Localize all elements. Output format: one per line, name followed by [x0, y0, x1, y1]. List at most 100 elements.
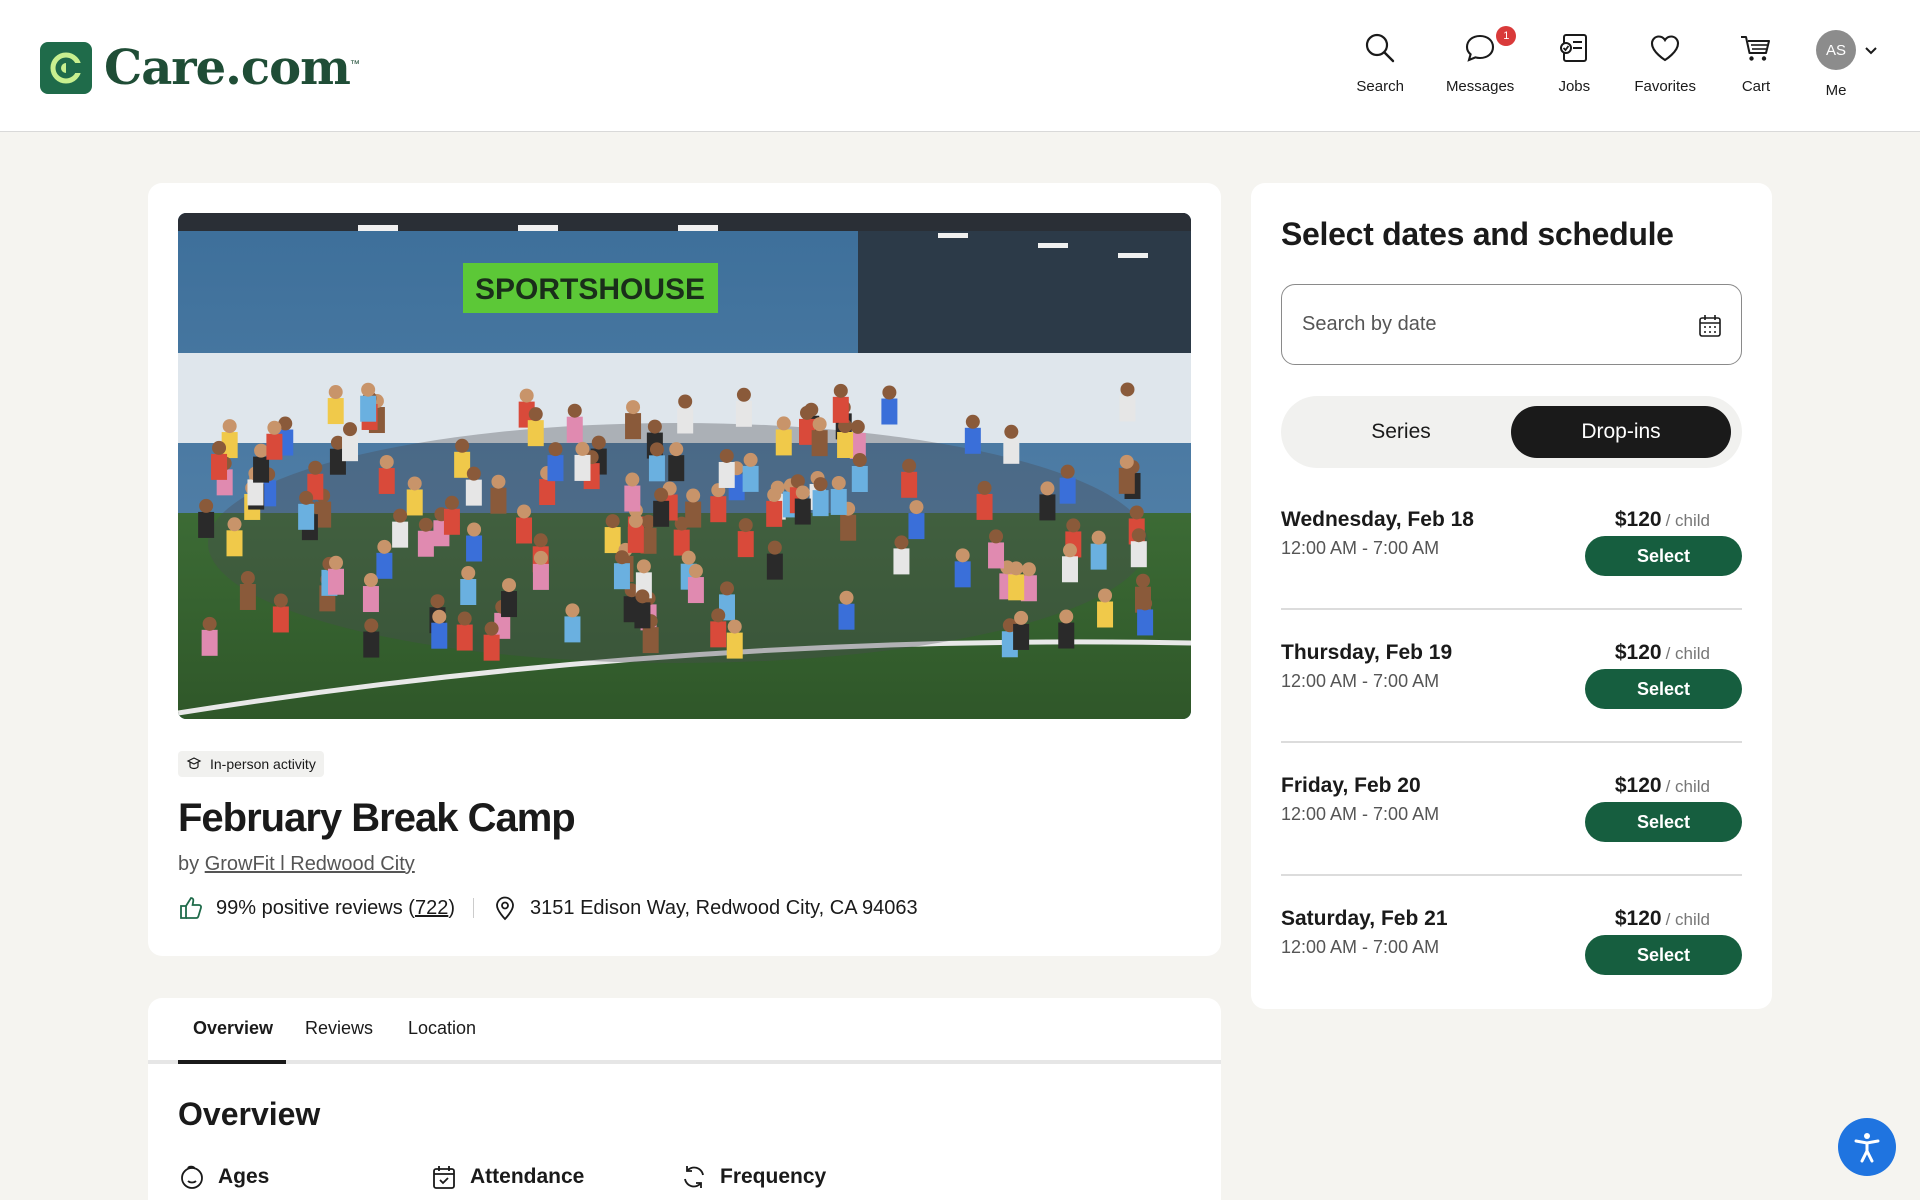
overview-heading: Overview	[178, 1096, 321, 1132]
crowd-person-shirt	[687, 577, 704, 604]
nav-messages-label: Messages	[1445, 78, 1515, 95]
crowd-person-head	[548, 442, 563, 457]
crowd-person-shirt	[677, 407, 694, 434]
crowd-person-head	[719, 581, 734, 596]
crowd-person-head	[212, 440, 227, 455]
accessibility-button[interactable]	[1838, 1118, 1896, 1176]
crowd-person-shirt	[988, 542, 1005, 569]
top-header: Care.com™ Search 1 Messages Jobs Favorit…	[0, 0, 1920, 132]
crowd-person-head	[254, 443, 269, 458]
crowd-person-head	[711, 608, 726, 623]
crowd-person-head	[461, 565, 476, 580]
nav-jobs[interactable]: Jobs	[1556, 30, 1592, 99]
crowd-person-head	[635, 589, 650, 604]
nav-favorites[interactable]: Favorites	[1634, 30, 1696, 99]
crowd-person-head	[812, 417, 827, 432]
crowd-person-head	[776, 416, 791, 431]
crowd-person-head	[767, 540, 782, 555]
toggle-dropins[interactable]: Drop-ins	[1511, 406, 1731, 458]
row-time: 12:00 AM - 7:00 AM	[1281, 937, 1440, 957]
crowd-person-head	[681, 550, 696, 565]
crowd-person-head	[678, 394, 693, 409]
crowd-person-head	[977, 480, 992, 495]
schedule-heading: Select dates and schedule	[1281, 216, 1674, 252]
crowd-person-head	[363, 573, 378, 588]
nav-jobs-label: Jobs	[1558, 78, 1591, 95]
date-search-input[interactable]: Search by date	[1281, 284, 1742, 365]
nav-me[interactable]: AS Me	[1816, 30, 1880, 99]
crowd-person-head	[719, 448, 734, 463]
crowd-person-shirt	[443, 508, 460, 535]
overview-card: Overview Reviews Location Overview Ages …	[148, 998, 1221, 1200]
crowd-person-head	[328, 555, 343, 570]
tab-location[interactable]: Location	[408, 1018, 476, 1039]
nav-search[interactable]: Search	[1356, 30, 1404, 99]
crowd-person-shirt	[465, 479, 482, 506]
crowd-person-shirt	[954, 561, 971, 588]
row-price: $120/ child	[1614, 641, 1710, 664]
overview-attendance-label: Attendance	[470, 1165, 585, 1188]
tab-overview[interactable]: Overview	[193, 1018, 273, 1039]
thumbs-up-icon	[180, 897, 202, 919]
crowd-person-shirt	[812, 490, 829, 517]
provider-link[interactable]: GrowFit l Redwood City	[205, 853, 415, 875]
crowd-person-shirt	[648, 455, 665, 482]
crowd-person-head	[625, 472, 640, 487]
crowd-person-shirt	[832, 396, 849, 423]
crowd-person-shirt	[653, 500, 670, 527]
crowd-person-shirt	[266, 433, 283, 460]
crowd-person-shirt	[1039, 494, 1056, 521]
select-button[interactable]: Select	[1585, 935, 1742, 975]
crowd-person-head	[614, 550, 629, 565]
crowd-person-head	[767, 487, 782, 502]
crowd-person-shirt	[417, 530, 434, 557]
nav-messages[interactable]: 1 Messages	[1445, 26, 1517, 99]
calendar-icon[interactable]	[1697, 313, 1723, 339]
tab-reviews[interactable]: Reviews	[305, 1018, 373, 1039]
crowd-person-head	[1129, 505, 1144, 520]
care-logo[interactable]: Care.com™	[40, 40, 360, 96]
listing-meta: 99% positive reviews (722) 3151 Edison W…	[178, 895, 918, 921]
crowd-person-shirt	[483, 634, 500, 661]
crowd-person-shirt	[613, 563, 630, 590]
crowd-person-head	[1060, 464, 1075, 479]
crowd-person-head	[1059, 609, 1074, 624]
nav-cart-label: Cart	[1741, 78, 1771, 95]
crowd-person-head	[1014, 610, 1029, 625]
select-button[interactable]: Select	[1585, 669, 1742, 709]
crowd-person-shirt	[881, 398, 898, 425]
crowd-person-head	[567, 403, 582, 418]
crowd-person-head	[1062, 543, 1077, 558]
crowd-person-head	[1098, 588, 1113, 603]
schedule-row: Saturday, Feb 21 12:00 AM - 7:00 AM $120…	[1281, 907, 1742, 1040]
crowd-person-head	[432, 609, 447, 624]
select-button[interactable]: Select	[1585, 802, 1742, 842]
crowd-person-head	[636, 559, 651, 574]
crowd-person-head	[1120, 382, 1135, 397]
crowd-person-head	[1136, 573, 1151, 588]
crowd-person-head	[833, 383, 848, 398]
top-nav: Search 1 Messages Jobs Favorites Cart AS…	[1314, 26, 1880, 99]
crowd-person-head	[850, 419, 865, 434]
crowd-person-shirt	[718, 461, 735, 488]
crowd-person-shirt	[1137, 609, 1154, 636]
select-button[interactable]: Select	[1585, 536, 1742, 576]
crowd-person-shirt	[838, 603, 855, 630]
crowd-person-shirt	[1118, 467, 1135, 494]
crowd-person-shirt	[624, 485, 641, 512]
crowd-person-head	[377, 539, 392, 554]
crowd-person-shirt	[247, 479, 264, 506]
crowd-person-head	[738, 518, 753, 533]
toggle-series[interactable]: Series	[1291, 406, 1511, 458]
crowd-person-head	[455, 438, 470, 453]
crowd-person-head	[240, 570, 255, 585]
nav-favorites-label: Favorites	[1634, 78, 1696, 95]
nav-cart[interactable]: Cart	[1738, 30, 1774, 99]
crowd-person-shirt	[298, 503, 315, 530]
crowd-person-head	[222, 419, 237, 434]
reviews-count-link[interactable]: 722	[415, 897, 448, 919]
crowd-person-head	[955, 548, 970, 563]
crowd-person-head	[686, 488, 701, 503]
crowd-person-head	[361, 382, 376, 397]
search-icon	[1366, 33, 1395, 63]
